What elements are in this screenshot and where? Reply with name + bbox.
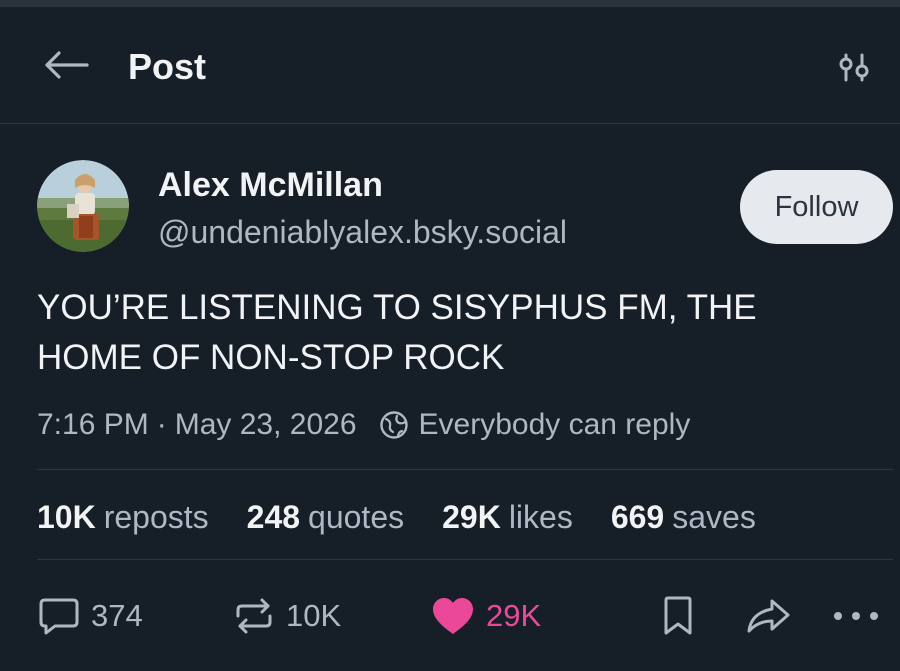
- meta-separator: ·: [156, 408, 167, 441]
- reply-count: 374: [91, 598, 143, 633]
- back-button[interactable]: [40, 47, 92, 87]
- more-dots-icon: [832, 610, 880, 622]
- stat-label: reposts: [103, 498, 209, 535]
- arrow-left-icon: [43, 50, 89, 85]
- page-title: Post: [128, 46, 207, 87]
- stat-label: likes: [508, 498, 573, 535]
- post-action-bar: 374 10K 29K: [0, 588, 900, 644]
- stat-value: 29K: [442, 498, 501, 535]
- stat-label: saves: [672, 498, 756, 535]
- like-button[interactable]: 29K: [430, 588, 541, 644]
- stat-reposts[interactable]: 10K reposts: [37, 499, 209, 536]
- stat-value: 248: [246, 498, 301, 535]
- stat-likes[interactable]: 29K likes: [442, 499, 573, 536]
- post-screen: Post Alex McMillan @undeniablyalex.bsky.…: [0, 0, 900, 671]
- post-text: YOU’RE LISTENING TO SISYPHUS FM, THE HOM…: [37, 283, 867, 383]
- thread-settings-button[interactable]: [832, 49, 876, 89]
- bookmark-button[interactable]: [660, 588, 696, 644]
- bookmark-icon: [660, 595, 696, 637]
- status-strip: [0, 0, 900, 7]
- header-bar: Post: [0, 7, 900, 124]
- stat-quotes[interactable]: 248 quotes: [247, 499, 404, 536]
- heart-icon: [430, 595, 476, 637]
- post-text-line: HOME OF NON-STOP ROCK: [37, 338, 505, 377]
- divider: [37, 469, 893, 470]
- more-options-button[interactable]: [832, 588, 880, 644]
- share-button[interactable]: [744, 588, 792, 644]
- reply-button[interactable]: 374: [37, 588, 143, 644]
- stat-value: 10K: [37, 498, 96, 535]
- avatar-photo: [37, 160, 129, 252]
- like-count: 29K: [486, 598, 542, 633]
- share-arrow-icon: [744, 596, 792, 636]
- stat-value: 669: [610, 498, 665, 535]
- avatar[interactable]: [37, 160, 129, 252]
- reply-settings[interactable]: Everybody can reply: [379, 408, 691, 442]
- author-name[interactable]: Alex McMillan: [158, 164, 383, 206]
- divider: [37, 559, 893, 560]
- reply-scope-text: Everybody can reply: [418, 408, 691, 441]
- follow-button[interactable]: Follow: [740, 170, 893, 244]
- post-text-line: YOU’RE LISTENING TO SISYPHUS FM, THE: [37, 288, 757, 327]
- repost-button[interactable]: 10K: [232, 588, 341, 644]
- repost-count: 10K: [286, 598, 342, 633]
- stat-label: quotes: [308, 498, 405, 535]
- engagement-stats: 10K reposts 248 quotes 29K likes 669 saves: [37, 496, 794, 538]
- reply-bubble-icon: [37, 596, 81, 636]
- post-date: May 23, 2026: [174, 408, 357, 441]
- globe-icon: [379, 410, 409, 440]
- sliders-icon: [837, 51, 871, 88]
- post-meta: 7:16 PM · May 23, 2026 Everybody can rep…: [37, 405, 690, 445]
- post-time: 7:16 PM: [37, 408, 149, 441]
- repost-icon: [232, 596, 276, 636]
- stat-saves[interactable]: 669 saves: [611, 499, 756, 536]
- author-handle[interactable]: @undeniablyalex.bsky.social: [158, 212, 567, 252]
